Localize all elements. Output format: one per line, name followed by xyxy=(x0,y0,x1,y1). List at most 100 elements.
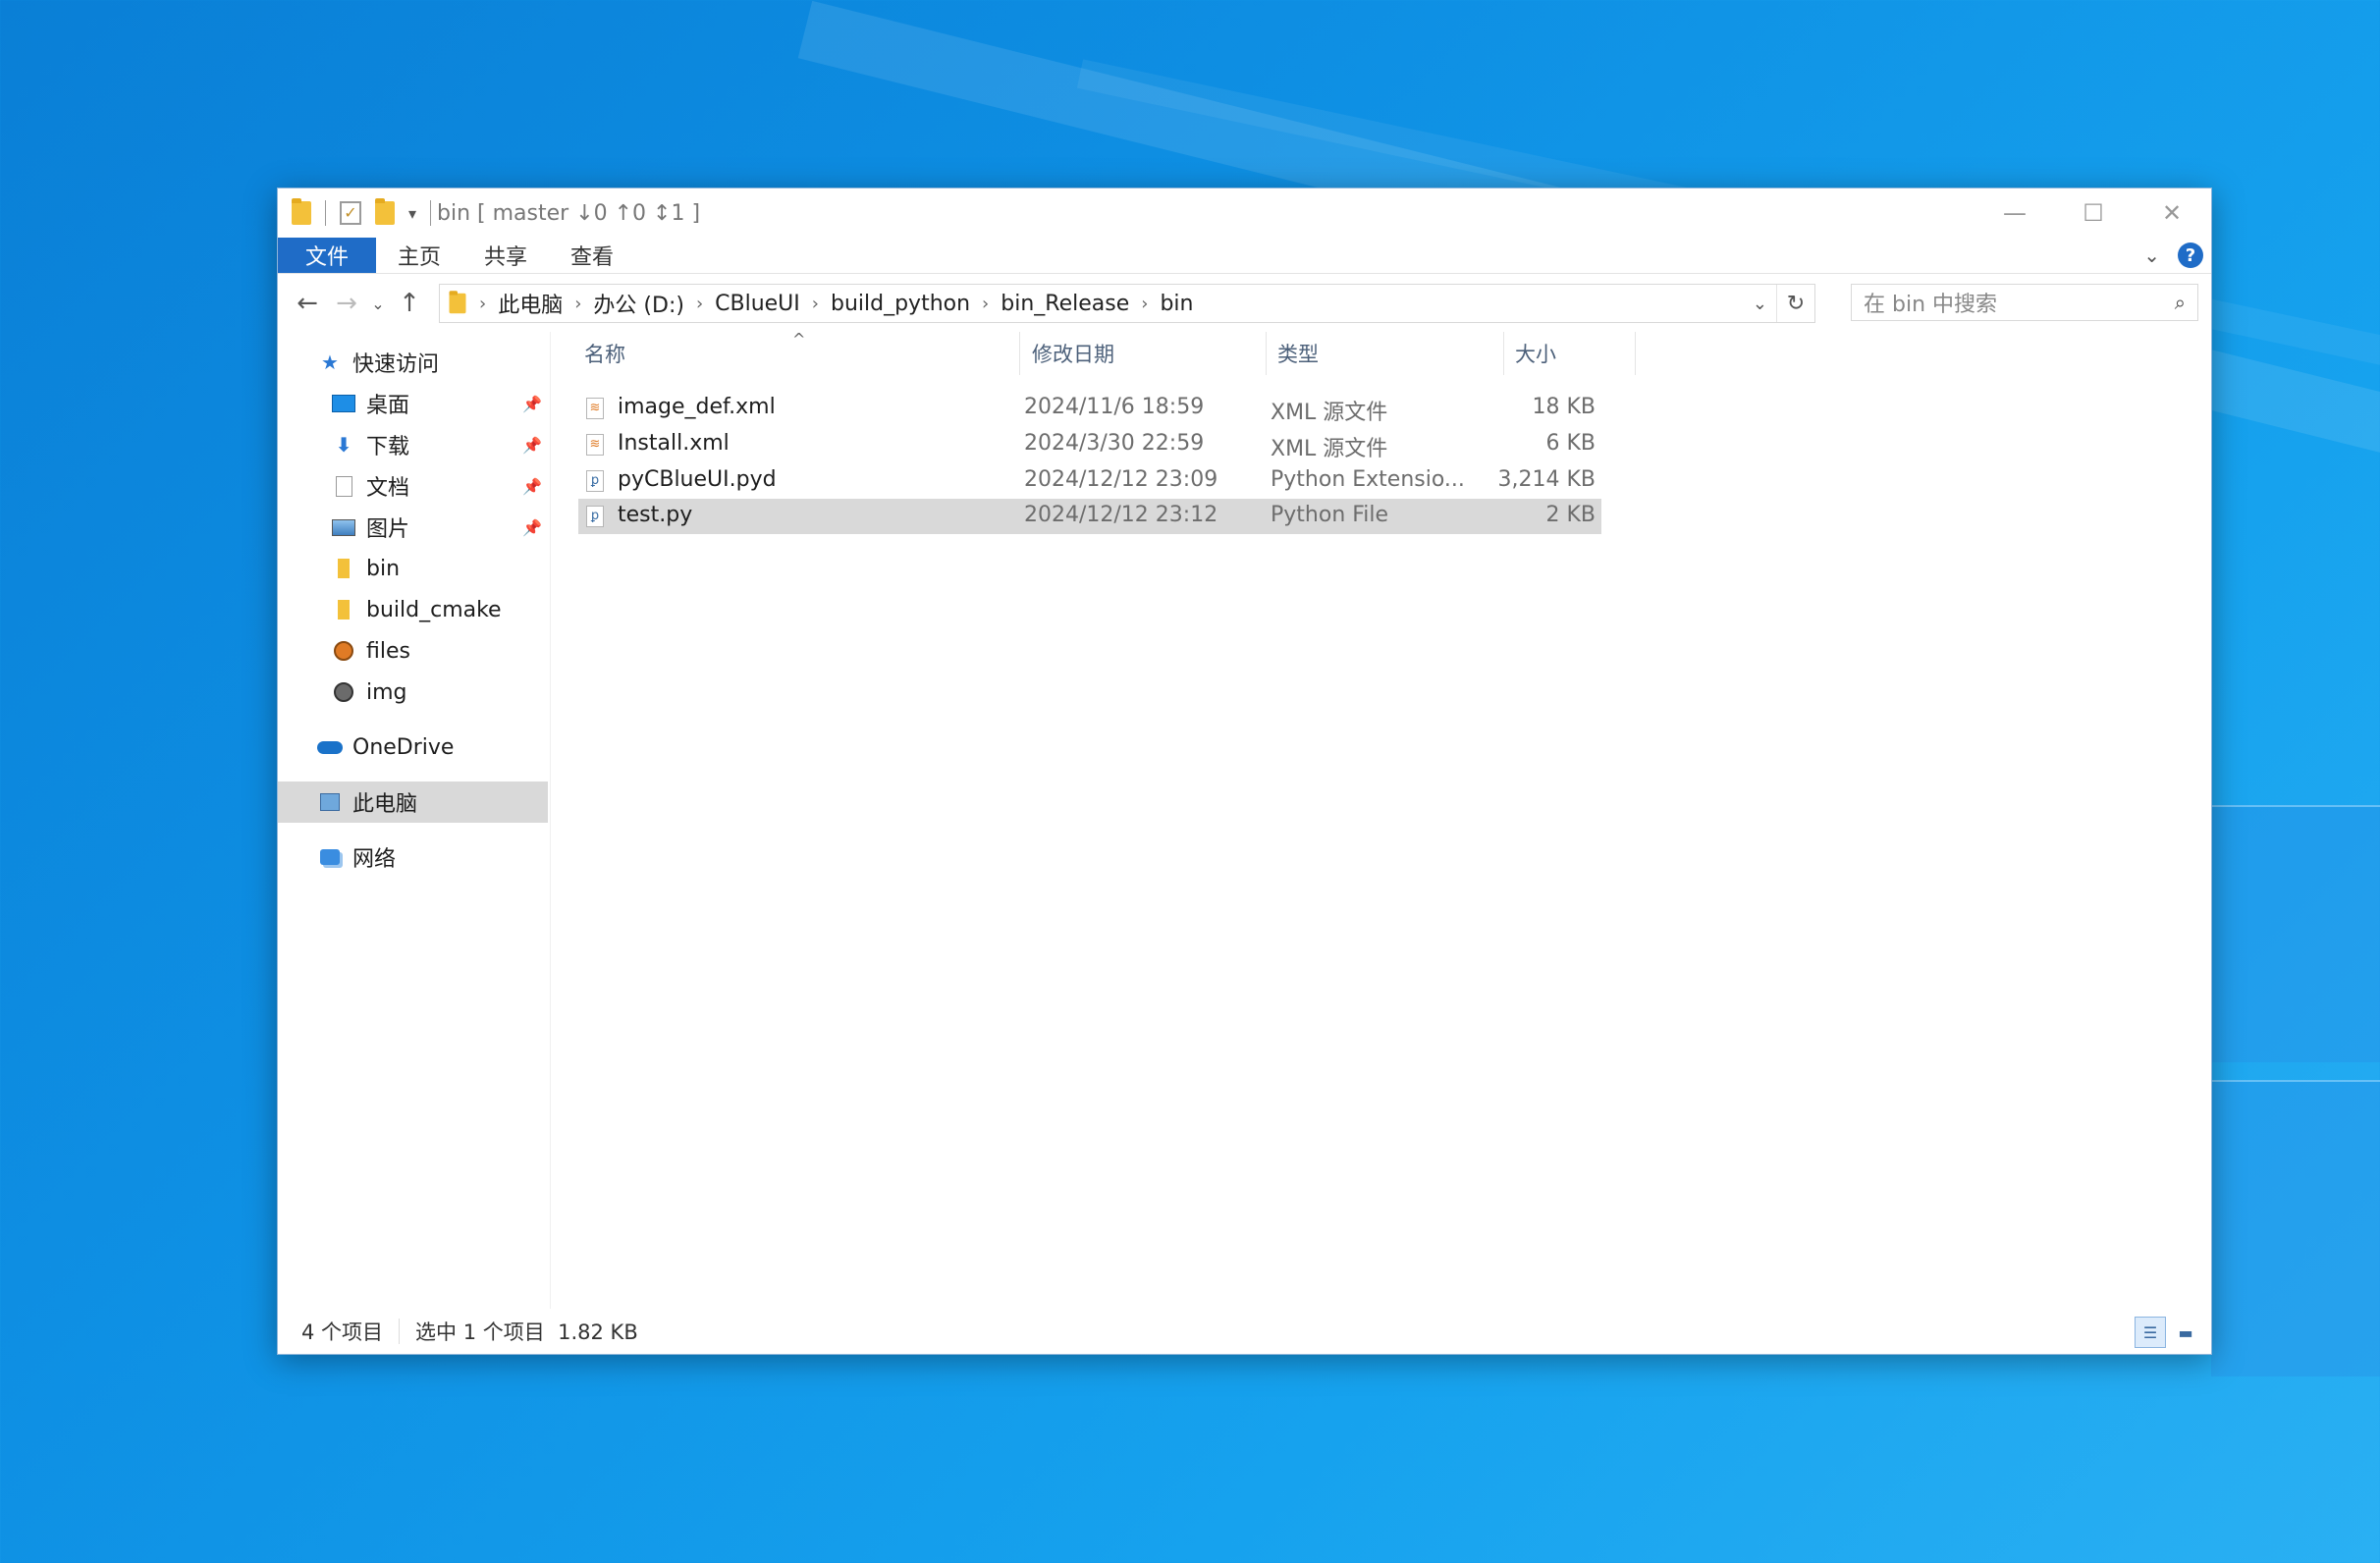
python-icon: ꝑ xyxy=(586,470,604,492)
help-icon[interactable]: ? xyxy=(2178,243,2203,268)
column-header-date[interactable]: 修改日期 xyxy=(1032,332,1114,375)
large-icons-view-icon[interactable]: ▬ xyxy=(2170,1317,2201,1348)
table-row[interactable]: ꝑ pyCBlueUI.pyd 2024/12/12 23:09 Python … xyxy=(578,463,1601,499)
xml-icon: ≋ xyxy=(586,398,604,419)
git-folder-icon xyxy=(331,640,356,662)
file-name: image_def.xml xyxy=(618,395,776,419)
maximize-button[interactable]: ☐ xyxy=(2054,189,2133,238)
file-name: pyCBlueUI.pyd xyxy=(618,467,777,492)
expand-ribbon-icon[interactable]: ⌄ xyxy=(2143,243,2160,267)
close-button[interactable]: ✕ xyxy=(2133,189,2211,238)
refresh-icon[interactable]: ↻ xyxy=(1776,285,1814,322)
address-history-dropdown-icon[interactable]: ⌄ xyxy=(1753,294,1767,314)
computer-icon xyxy=(317,791,343,813)
sidebar-item-desktop[interactable]: 桌面 📌 xyxy=(278,383,548,424)
column-divider[interactable] xyxy=(1503,332,1504,375)
address-bar[interactable]: › 此电脑 › 办公 (D:) › CBlueUI › build_python › bi… xyxy=(439,284,1815,323)
table-row[interactable]: ≋ Install.xml 2024/3/30 22:59 XML 源文件 6 … xyxy=(578,427,1601,462)
sidebar-item-onedrive[interactable]: OneDrive xyxy=(278,727,548,768)
minimize-button[interactable]: — xyxy=(1975,189,2054,238)
file-list: 名称 ^ 修改日期 类型 大小 ≋ image_def.xml 2024/11/… xyxy=(578,330,2211,1309)
file-date: 2024/11/6 18:59 xyxy=(1024,395,1205,419)
window-controls: — ☐ ✕ xyxy=(1975,189,2211,238)
breadcrumb-bin[interactable]: bin xyxy=(1160,292,1193,316)
details-view-icon[interactable]: ☰ xyxy=(2135,1317,2166,1348)
file-name: test.py xyxy=(618,503,693,527)
search-icon[interactable]: ⌕ xyxy=(2175,291,2186,314)
file-date: 2024/12/12 23:12 xyxy=(1024,503,1218,527)
file-size: 18 KB xyxy=(1532,395,1596,419)
breadcrumb-drive-d[interactable]: 办公 (D:) xyxy=(593,288,684,319)
file-type: Python File xyxy=(1271,503,1389,527)
column-header-type[interactable]: 类型 xyxy=(1277,332,1319,375)
file-size: 3,214 KB xyxy=(1497,467,1596,492)
star-icon: ★ xyxy=(321,350,339,374)
customize-toolbar-dropdown-icon[interactable]: ▾ xyxy=(408,204,416,223)
table-row[interactable]: ꝑ test.py 2024/12/12 23:12 Python File 2… xyxy=(578,499,1601,534)
ribbon-tabs: 文件 主页 共享 查看 ⌄ ? xyxy=(278,238,2211,274)
toolbar-divider xyxy=(325,200,326,226)
column-header-size[interactable]: 大小 xyxy=(1515,332,1556,375)
new-folder-icon[interactable] xyxy=(375,198,395,225)
picture-icon xyxy=(331,516,356,538)
table-row[interactable]: ≋ image_def.xml 2024/11/6 18:59 XML 源文件 … xyxy=(578,391,1601,426)
sidebar-item-quick-access[interactable]: ★ 快速访问 xyxy=(278,342,548,383)
network-icon xyxy=(317,846,343,868)
column-divider[interactable] xyxy=(1019,332,1020,375)
pin-icon: 📌 xyxy=(522,517,542,537)
git-folder-icon xyxy=(331,681,356,703)
view-switcher: ☰ ▬ xyxy=(2135,1317,2201,1348)
status-divider xyxy=(399,1319,401,1344)
breadcrumb-build-python[interactable]: build_python xyxy=(831,292,970,316)
cloud-icon xyxy=(317,736,343,758)
folder-icon xyxy=(292,198,311,225)
search-input[interactable]: 在 bin 中搜索 ⌕ xyxy=(1851,284,2198,321)
column-divider[interactable] xyxy=(1266,332,1267,375)
file-size: 6 KB xyxy=(1545,431,1596,456)
column-divider[interactable] xyxy=(1635,332,1636,375)
tab-file[interactable]: 文件 xyxy=(278,238,377,273)
sidebar-item-bin[interactable]: bin xyxy=(278,548,548,589)
tab-home[interactable]: 主页 xyxy=(376,238,462,273)
title-bar: ✓ ▾ bin [ master ↓0 ↑0 ↕1 ] — ☐ ✕ xyxy=(278,189,2211,238)
selection-info: 选中 1 个项目 1.82 KB xyxy=(415,1320,638,1344)
folder-icon xyxy=(331,599,356,620)
sidebar-item-files[interactable]: files xyxy=(278,630,548,672)
tab-share[interactable]: 共享 xyxy=(462,238,549,273)
forward-button[interactable]: → xyxy=(327,289,366,318)
pin-icon: 📌 xyxy=(522,476,542,496)
file-size: 2 KB xyxy=(1545,503,1596,527)
back-button[interactable]: ← xyxy=(288,289,327,318)
file-type: Python Extensio... xyxy=(1271,467,1465,492)
breadcrumb-bin-release[interactable]: bin_Release xyxy=(1001,292,1129,316)
sidebar-item-build-cmake[interactable]: build_cmake xyxy=(278,589,548,630)
file-type: XML 源文件 xyxy=(1271,437,1388,461)
breadcrumb-cblueui[interactable]: CBlueUI xyxy=(715,292,800,316)
tab-view[interactable]: 查看 xyxy=(549,238,635,273)
properties-icon[interactable]: ✓ xyxy=(340,201,361,225)
breadcrumb-this-pc[interactable]: 此电脑 xyxy=(498,288,563,319)
download-icon: ⬇ xyxy=(335,433,352,457)
column-header-name[interactable]: 名称 xyxy=(584,332,625,375)
file-name: Install.xml xyxy=(618,431,730,456)
sidebar-item-documents[interactable]: 文档 📌 xyxy=(278,465,548,507)
pin-icon: 📌 xyxy=(522,435,542,455)
sort-ascending-icon: ^ xyxy=(792,330,806,349)
pin-icon: 📌 xyxy=(522,394,542,413)
pane-divider[interactable] xyxy=(550,332,551,1309)
sidebar-item-this-pc[interactable]: 此电脑 xyxy=(278,782,548,823)
sidebar-item-network[interactable]: 网络 xyxy=(278,836,548,878)
sidebar-item-img[interactable]: img xyxy=(278,672,548,713)
explorer-window: ✓ ▾ bin [ master ↓0 ↑0 ↕1 ] — ☐ ✕ 文件 主页 … xyxy=(277,188,2212,1355)
sidebar-item-pictures[interactable]: 图片 📌 xyxy=(278,507,548,548)
file-date: 2024/3/30 22:59 xyxy=(1024,431,1205,456)
recent-locations-icon[interactable]: ⌄ xyxy=(366,295,390,313)
quick-access-toolbar: ✓ ▾ xyxy=(292,198,432,226)
toolbar-divider xyxy=(430,200,432,226)
file-type: XML 源文件 xyxy=(1271,401,1388,425)
navigation-bar: ← → ⌄ ↑ › 此电脑 › 办公 (D:) › CBlueUI › build_py… xyxy=(278,284,2211,323)
up-button[interactable]: ↑ xyxy=(390,289,429,318)
document-icon xyxy=(331,475,356,497)
wallpaper-window-pane xyxy=(2211,805,2380,1062)
sidebar-item-downloads[interactable]: ⬇ 下载 📌 xyxy=(278,424,548,465)
